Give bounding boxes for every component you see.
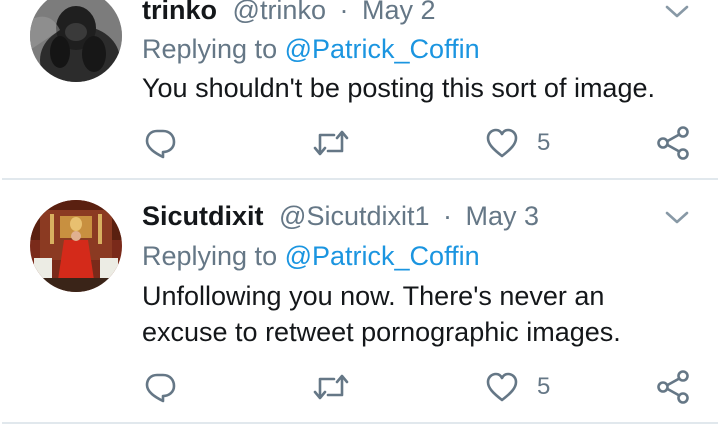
chevron-down-icon[interactable] [662, 208, 692, 228]
mention-link[interactable]: @Patrick_Coffin [285, 34, 480, 64]
like-button[interactable]: 5 [485, 125, 550, 161]
tweet[interactable]: trinko @trinko · May 2 Replying to @Patr… [0, 0, 720, 180]
heart-icon [486, 372, 518, 402]
tweet-divider [2, 422, 718, 424]
tweet-date[interactable]: May 3 [466, 201, 540, 231]
display-name[interactable]: Sicutdixit [142, 201, 264, 231]
retweet-button[interactable] [313, 125, 349, 161]
separator-dot: · [339, 0, 349, 25]
replying-to-line: Replying to @Patrick_Coffin [142, 240, 480, 272]
tweet-date[interactable]: May 2 [362, 0, 436, 25]
separator-dot: · [443, 201, 453, 231]
user-handle[interactable]: @Sicutdixit1 [279, 201, 429, 231]
share-button[interactable] [656, 125, 690, 161]
retweet-button[interactable] [313, 369, 349, 405]
share-icon [657, 370, 689, 404]
chevron-down-icon[interactable] [662, 2, 692, 22]
church-altar-avatar-image [30, 200, 122, 292]
replying-to-line: Replying to @Patrick_Coffin [142, 33, 480, 65]
tweet[interactable]: Sicutdixit @Sicutdixit1 · May 3 Replying… [0, 180, 720, 424]
like-count: 5 [537, 129, 551, 156]
gorilla-avatar-image [30, 0, 122, 82]
avatar[interactable] [30, 200, 122, 292]
avatar[interactable] [30, 0, 122, 82]
reply-icon [145, 129, 176, 159]
replying-to-label: Replying to [142, 34, 278, 64]
like-button[interactable]: 5 [485, 369, 550, 405]
reply-icon [145, 373, 176, 403]
user-handle[interactable]: @trinko [233, 0, 326, 25]
like-count: 5 [537, 373, 551, 400]
reply-button[interactable] [143, 125, 177, 161]
retweet-icon [313, 130, 349, 156]
share-button[interactable] [656, 369, 690, 405]
heart-icon [486, 128, 518, 158]
tweet-text: Unfollowing you now. There's never an ex… [142, 281, 621, 347]
replying-to-label: Replying to [142, 241, 278, 271]
share-icon [657, 126, 689, 160]
reply-button[interactable] [143, 369, 177, 405]
mention-link[interactable]: @Patrick_Coffin [285, 241, 480, 271]
tweet-text: You shouldn't be posting this sort of im… [142, 73, 655, 103]
retweet-icon [313, 374, 349, 400]
tweet-header: Sicutdixit @Sicutdixit1 · May 3 [142, 200, 539, 232]
tweet-header: trinko @trinko · May 2 [142, 0, 436, 26]
display-name[interactable]: trinko [142, 0, 217, 25]
